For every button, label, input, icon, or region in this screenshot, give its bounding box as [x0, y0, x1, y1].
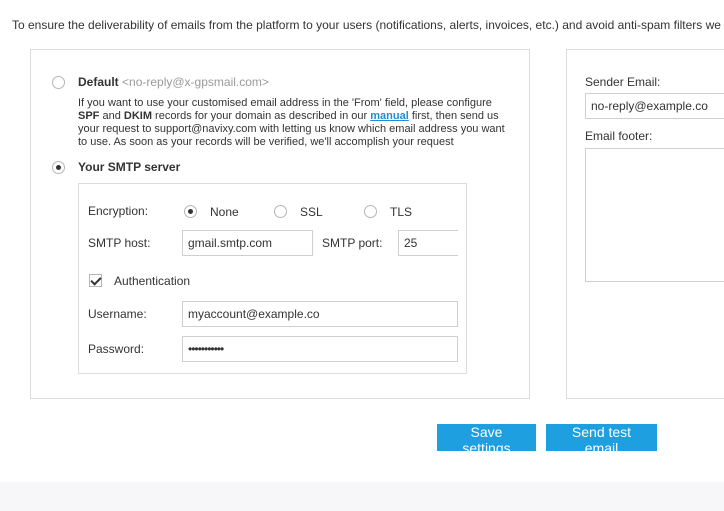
smtp-radio[interactable] — [52, 161, 65, 174]
delivery-settings-panel: Default <no-reply@x-gpsmail.com> If you … — [30, 49, 530, 399]
password-input[interactable]: ••••••••••• — [182, 336, 458, 362]
smtp-host-label: SMTP host: — [88, 236, 151, 250]
page-footer-bar — [0, 482, 724, 511]
spf-text: SPF — [78, 110, 100, 122]
send-test-email-button[interactable]: Send test email — [546, 424, 657, 456]
sender-settings-panel: Sender Email: Email footer: — [566, 49, 724, 399]
and-text: and — [99, 110, 124, 122]
email-footer-label: Email footer: — [585, 129, 653, 143]
smtp-option-label: Your SMTP server — [78, 160, 181, 174]
encryption-tls-label: TLS — [390, 205, 413, 219]
encryption-ssl-label: SSL — [300, 205, 323, 219]
default-radio[interactable] — [52, 76, 65, 89]
authentication-checkbox[interactable] — [89, 274, 102, 287]
smtp-host-input[interactable] — [182, 230, 313, 256]
sender-email-label: Sender Email: — [585, 75, 661, 89]
desc-line-4: to use. As soon as your records will be … — [78, 136, 454, 148]
password-label: Password: — [88, 342, 145, 356]
default-option-label: Default <no-reply@x-gpsmail.com> — [78, 75, 269, 89]
desc-mid-text: records for your domain as described in … — [151, 110, 371, 122]
username-input[interactable] — [182, 301, 458, 327]
encryption-label: Encryption: — [88, 204, 149, 218]
username-label: Username: — [88, 307, 147, 321]
default-label: Default — [78, 75, 119, 89]
desc-line-3: your request to support@navixy.com with … — [78, 123, 505, 135]
encryption-none-radio[interactable] — [184, 205, 197, 218]
intro-text: To ensure the deliverability of emails f… — [12, 18, 724, 32]
manual-link[interactable]: manual — [370, 110, 409, 122]
encryption-none-label: None — [210, 205, 239, 219]
save-settings-button[interactable]: Save settings — [437, 424, 536, 456]
encryption-ssl-radio[interactable] — [274, 205, 287, 218]
smtp-settings-box: Encryption: None SSL TLS SMTP host: SMTP… — [78, 183, 467, 374]
sender-email-input[interactable] — [585, 93, 724, 119]
authentication-label: Authentication — [114, 274, 191, 288]
default-sender: <no-reply@x-gpsmail.com> — [122, 75, 269, 89]
desc-line-2: SPF and DKIM records for your domain as … — [78, 110, 518, 123]
encryption-tls-radio[interactable] — [364, 205, 377, 218]
dkim-text: DKIM — [123, 110, 152, 122]
desc-line-1: If you want to use your customised email… — [78, 97, 492, 109]
smtp-port-input[interactable] — [398, 230, 458, 256]
desc-end-text: first, then send us — [408, 110, 499, 122]
smtp-port-label: SMTP port: — [322, 236, 383, 250]
default-description: If you want to use your customised email… — [78, 97, 518, 149]
email-footer-textarea[interactable] — [585, 148, 724, 282]
